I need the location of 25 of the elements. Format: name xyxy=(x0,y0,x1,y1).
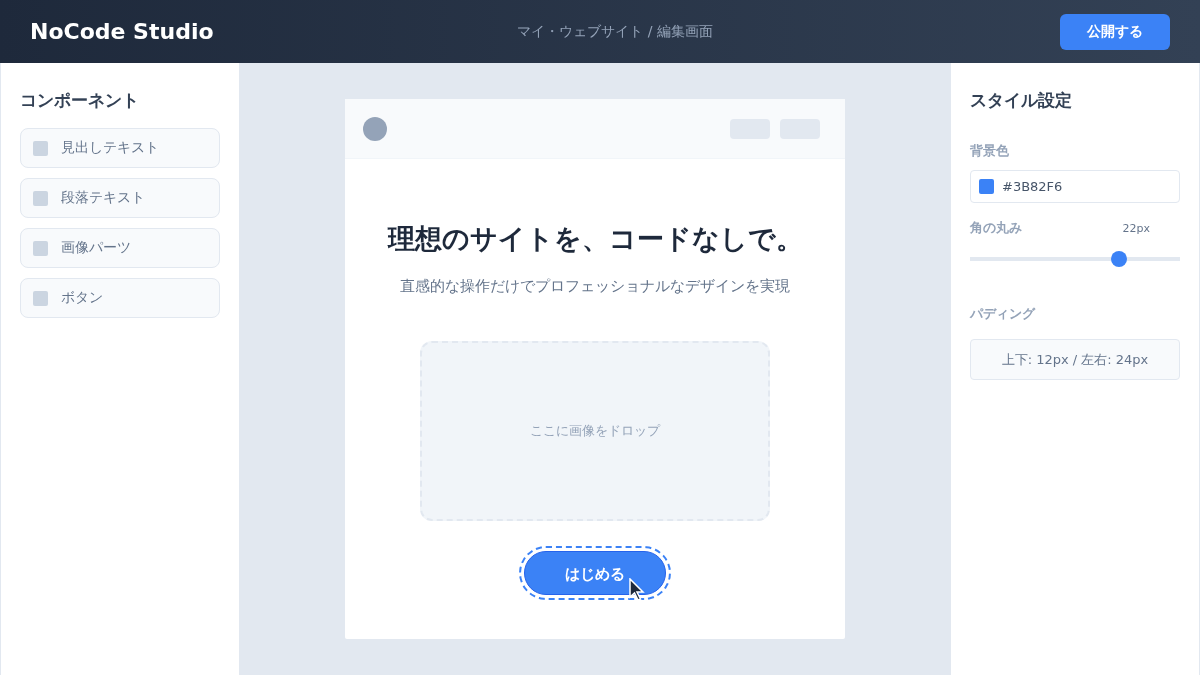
component-item[interactable]: 見出しテキスト xyxy=(20,128,220,168)
field-label: 背景色 xyxy=(970,142,1010,160)
color-field[interactable]: #3B82F6 xyxy=(970,170,1180,203)
cursor-icon xyxy=(629,578,645,602)
app-logo: NoCode Studio xyxy=(30,19,215,44)
component-item[interactable]: 段落テキスト xyxy=(20,178,220,218)
slider-thumb[interactable] xyxy=(1111,251,1128,267)
component-icon xyxy=(33,190,48,206)
component-icon xyxy=(33,140,48,156)
component-icon xyxy=(33,240,48,256)
field-label: パディング xyxy=(970,305,1037,323)
logo-placeholder-icon xyxy=(363,116,387,141)
component-item[interactable]: ボタン xyxy=(20,278,220,318)
headline: 理想のサイトを、コードなしで。 xyxy=(387,222,803,256)
cta-button[interactable]: はじめる xyxy=(519,546,671,600)
component-item[interactable]: 画像パーツ xyxy=(20,228,220,268)
field-label: 角の丸み xyxy=(970,219,1022,237)
padding-field[interactable]: 上下: 12px / 左右: 24px xyxy=(970,339,1180,380)
panel-title: コンポーネント xyxy=(20,89,140,112)
subheading: 直感的な操作だけでプロフェッショナルなデザインを実現 xyxy=(400,277,790,296)
publish-button[interactable]: 公開する xyxy=(1060,13,1170,50)
component-icon xyxy=(33,290,48,306)
panel-title: スタイル設定 xyxy=(970,89,1073,112)
slider-value: 22px xyxy=(1122,221,1150,235)
breadcrumb: マイ・ウェブサイト / 編集画面 xyxy=(517,22,713,41)
